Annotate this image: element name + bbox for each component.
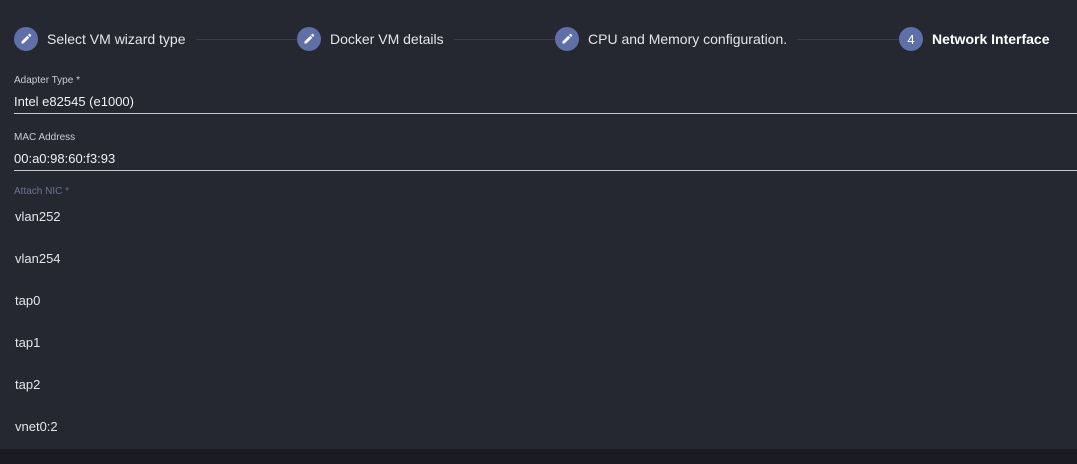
mac-address-field[interactable]: MAC Address 00:a0:98:60:f3:93 (14, 132, 1077, 172)
attach-nic-dropdown[interactable]: vlan252 vlan254 tap0 tap1 tap2 vnet0:2 (0, 196, 1077, 449)
step-label: Docker VM details (330, 31, 444, 47)
adapter-type-value: Intel e82545 (e1000) (14, 94, 134, 109)
dropdown-option-tap2[interactable]: tap2 (0, 364, 1077, 406)
step-docker-vm-details[interactable]: Docker VM details (297, 26, 454, 52)
dropdown-option-vlan254[interactable]: vlan254 (0, 238, 1077, 280)
step-label: Select VM wizard type (47, 31, 186, 47)
attach-nic-label: Attach NIC * (14, 186, 70, 196)
mac-address-label: MAC Address (14, 132, 76, 143)
step-label: CPU and Memory configuration. (588, 31, 788, 47)
step-number-badge: 4 (899, 27, 923, 51)
adapter-type-select[interactable]: Adapter Type * Intel e82545 (e1000) (14, 75, 1077, 115)
mac-address-value: 00:a0:98:60:f3:93 (14, 151, 116, 166)
step-number: 4 (907, 31, 915, 47)
dropdown-option-tap0[interactable]: tap0 (0, 280, 1077, 322)
step-network-interface[interactable]: 4 Network Interface (899, 26, 1077, 52)
pencil-icon (555, 27, 579, 51)
dropdown-option-tap1[interactable]: tap1 (0, 322, 1077, 364)
pencil-icon (297, 27, 321, 51)
step-select-vm-wizard-type[interactable]: Select VM wizard type (14, 26, 196, 52)
mac-address-underline (14, 170, 1077, 171)
adapter-type-label: Adapter Type * (14, 75, 80, 86)
adapter-type-underline (14, 113, 1077, 114)
pencil-icon (14, 27, 38, 51)
wizard-stepper: Select VM wizard type Docker VM details … (0, 0, 1077, 78)
step-label: Network Interface (932, 31, 1050, 47)
wizard-panel: Select VM wizard type Docker VM details … (0, 0, 1077, 449)
dropdown-option-vlan252[interactable]: vlan252 (0, 196, 1077, 238)
footer-strip (0, 449, 1077, 464)
step-cpu-memory-configuration[interactable]: CPU and Memory configuration. (555, 26, 798, 52)
dropdown-option-vnet0-2[interactable]: vnet0:2 (0, 406, 1077, 448)
